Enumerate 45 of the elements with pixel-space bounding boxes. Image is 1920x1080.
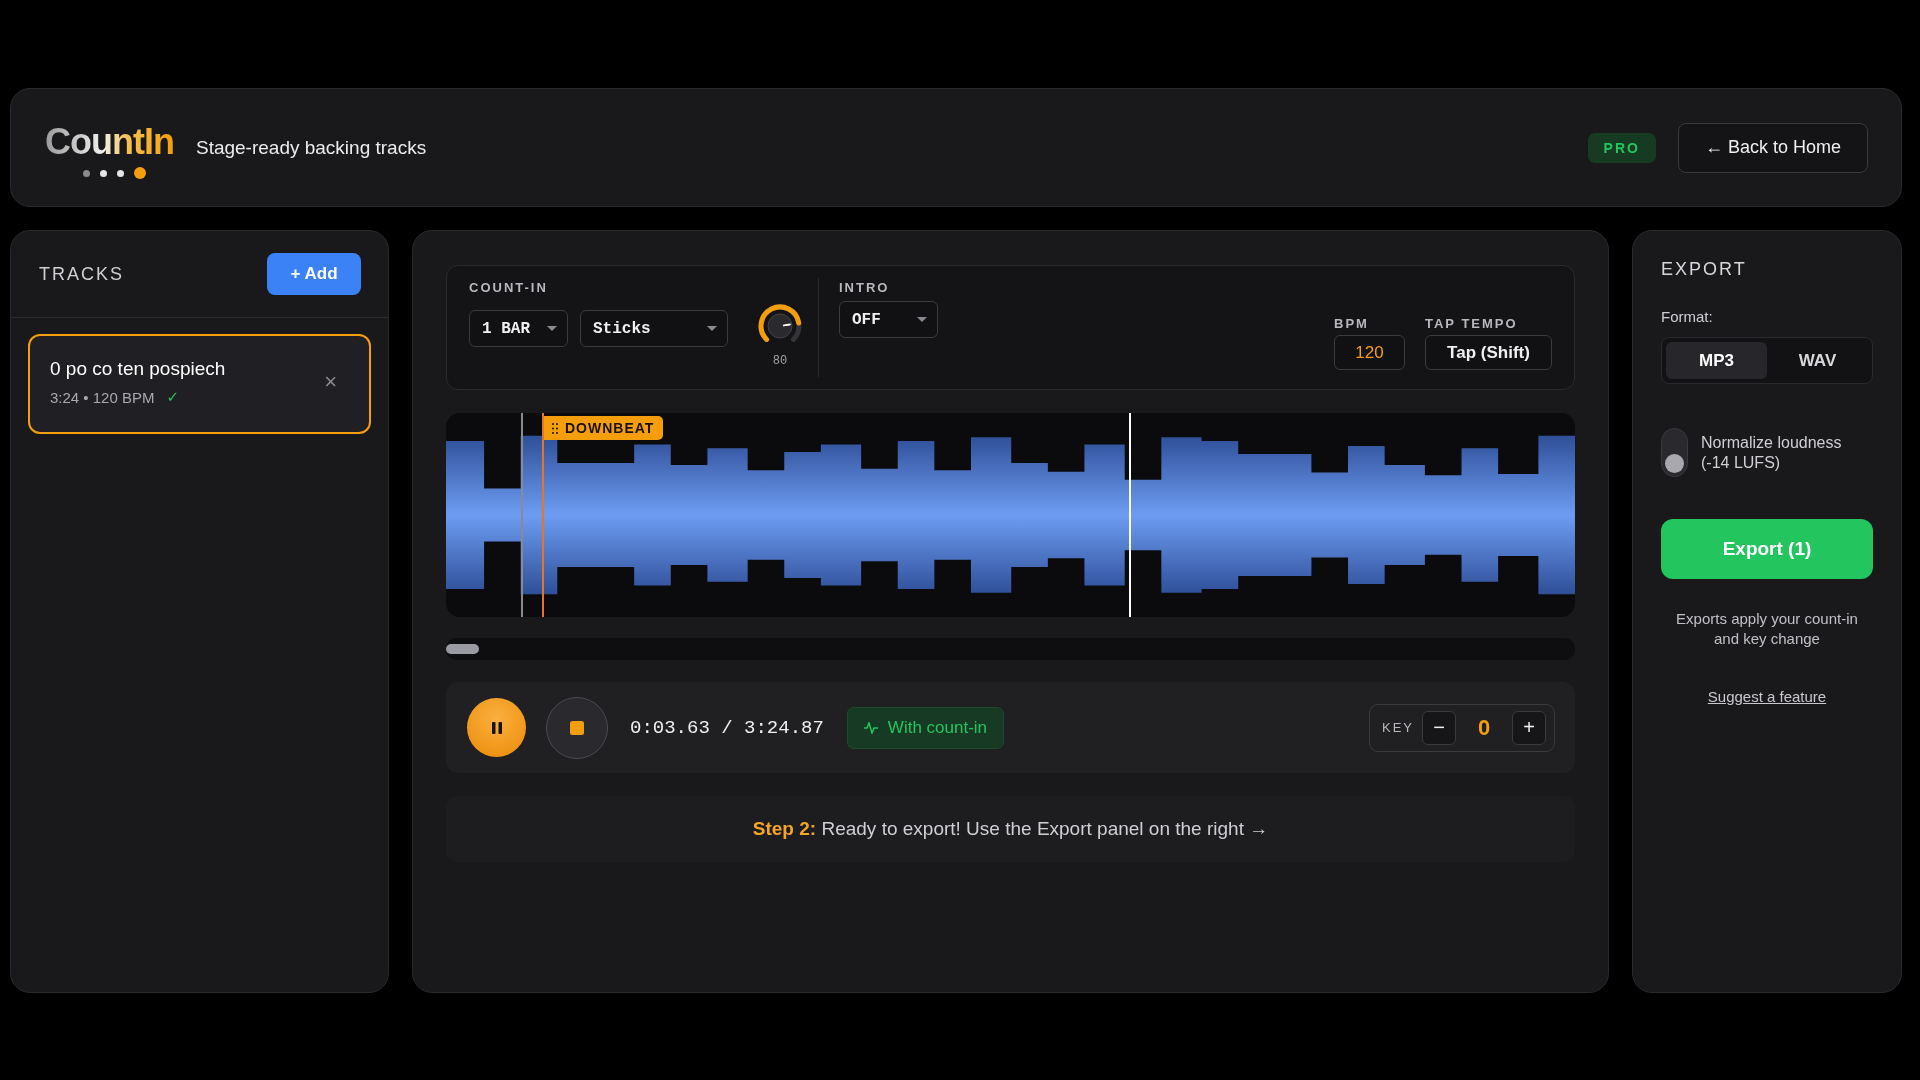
panel-title: TRACKS <box>39 263 124 285</box>
tap-tempo-button[interactable]: Tap (Shift) <box>1425 335 1552 370</box>
pulse-icon <box>863 721 878 734</box>
start-marker-line[interactable] <box>521 413 523 617</box>
pro-badge: PRO <box>1587 132 1656 163</box>
track-title: 0 po co ten pospiech <box>50 358 227 380</box>
section-label: INTRO <box>839 280 891 295</box>
tap-tempo-label: TAP TEMPO <box>1425 316 1519 331</box>
caret-icon <box>917 317 927 322</box>
suggest-link[interactable]: Suggest a feature <box>1707 688 1827 705</box>
playback-time: 0:03.63 / 3:24.87 <box>630 716 824 739</box>
add-button[interactable]: + Add <box>267 253 361 295</box>
track-item[interactable]: 0 po co ten pospiech 3:24 • 120 BPM ✓ × <box>28 334 371 434</box>
section-label: COUNT-IN <box>469 280 549 295</box>
format-option[interactable]: WAV <box>1767 342 1868 379</box>
bpm-field[interactable]: 120 <box>1334 335 1405 370</box>
caret-icon <box>547 326 557 331</box>
sound-dropdown[interactable]: Sticks <box>580 310 728 347</box>
check-icon: ✓ <box>166 388 180 406</box>
intro-dropdown[interactable]: OFF <box>839 301 938 338</box>
tagline: Stage-ready backing tracks <box>195 136 427 159</box>
bpm-label: BPM <box>1334 316 1370 331</box>
hint-text: Step 2: Ready to export! Use the Export panel on the right → <box>752 818 1269 840</box>
normalize-label: Normalize loudness (-14 LUFS) <box>1701 432 1843 473</box>
normalize-toggle[interactable] <box>1661 428 1688 477</box>
stop-icon <box>569 719 585 736</box>
format-label: Format: <box>1661 308 1714 325</box>
format-option[interactable]: MP3 <box>1666 342 1767 379</box>
close-icon[interactable]: × <box>324 369 337 395</box>
key-label: KEY <box>1382 720 1414 735</box>
scrollbar-thumb[interactable] <box>446 644 479 654</box>
key-value: 0 <box>1476 714 1492 741</box>
increase-button[interactable]: + <box>1512 710 1546 745</box>
status-label: With count-in <box>887 717 988 738</box>
caret-icon <box>707 326 717 331</box>
export-note: Exports apply your count-in and key change <box>1675 609 1859 648</box>
bars-dropdown[interactable]: 1 BAR <box>469 310 568 347</box>
back-button[interactable]: ← Back to Home <box>1677 122 1868 173</box>
downbeat-marker-line[interactable] <box>542 413 544 617</box>
decrease-button[interactable]: − <box>1422 710 1456 745</box>
volume-value: 80 <box>772 354 788 368</box>
grip-icon <box>552 422 559 434</box>
panel-title: EXPORT <box>1661 259 1748 280</box>
downbeat-badge[interactable]: DOWNBEAT <box>544 416 664 440</box>
track-meta: 3:24 • 120 BPM <box>50 388 155 406</box>
